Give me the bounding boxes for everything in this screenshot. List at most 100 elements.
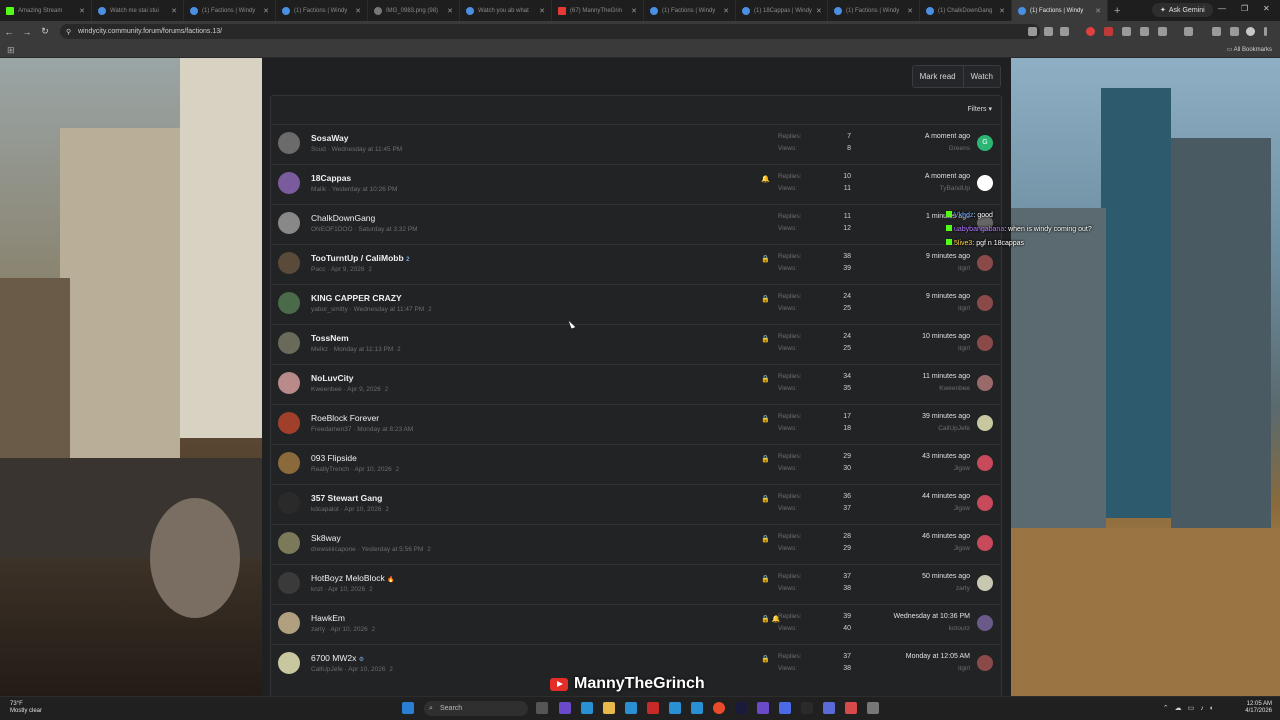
thread-avatar[interactable] — [278, 532, 300, 554]
ask-gemini-button[interactable]: ✦ Ask Gemini — [1152, 3, 1213, 17]
last-post-time[interactable]: 46 minutes ago — [922, 533, 970, 540]
thread-title[interactable]: TossNem — [311, 333, 349, 343]
thread-avatar[interactable] — [278, 212, 300, 234]
thread-date[interactable]: Monday at 8:23 AM — [357, 426, 413, 433]
tab-close-icon[interactable]: ✕ — [723, 7, 729, 15]
last-poster-avatar[interactable] — [977, 295, 993, 311]
thread-author[interactable]: kdcapalot — [311, 506, 339, 513]
filters-button[interactable]: Filters ▾ — [967, 105, 992, 113]
last-post-user[interactable]: CallUpJefe — [938, 425, 970, 432]
thread-author[interactable]: Pacc — [311, 266, 325, 273]
browser-tab[interactable]: (1) Factions | Windy ✕ — [1012, 0, 1108, 21]
edge-icon[interactable] — [625, 702, 637, 714]
last-post-user[interactable]: itgirl — [958, 265, 970, 272]
last-poster-avatar[interactable] — [977, 335, 993, 351]
thread-row[interactable]: Sk8way drewskiicapone · Yesterday at 5:56… — [271, 524, 1001, 564]
thread-avatar[interactable] — [278, 252, 300, 274]
thread-date[interactable]: Monday at 11:13 PM — [334, 346, 394, 353]
last-post-user[interactable]: zarty — [956, 585, 970, 592]
thread-date[interactable]: Apr 10, 2026 — [328, 586, 365, 593]
download-icon[interactable] — [1212, 27, 1221, 36]
browser-tab[interactable]: Amazing Stream ✕ — [0, 0, 92, 21]
browser-tab[interactable]: IMG_0983.png (98) ✕ — [368, 0, 460, 21]
tab-close-icon[interactable]: ✕ — [171, 7, 177, 15]
thread-page-link[interactable]: 2 — [385, 507, 388, 513]
thread-date[interactable]: Saturday at 3:32 PM — [358, 226, 417, 233]
thread-author[interactable]: ONEOF1DOO — [311, 226, 353, 233]
browser-tab[interactable]: (1) Factions | Windy ✕ — [184, 0, 276, 21]
thread-row[interactable]: TossNem Melkz · Monday at 11:13 PM 2 🔒 Repli… — [271, 324, 1001, 364]
thread-row[interactable]: RoeBlock Forever Freedamen37 · Monday at … — [271, 404, 1001, 444]
thread-avatar[interactable] — [278, 612, 300, 634]
thread-page-link[interactable]: 2 — [369, 587, 372, 593]
last-post-user[interactable]: TyBandUp — [940, 185, 970, 192]
thread-row[interactable]: 357 Stewart Gang kdcapalot · Apr 10, 2026… — [271, 484, 1001, 524]
thread-page-link[interactable]: 2 — [372, 627, 375, 633]
task-view-icon[interactable] — [536, 702, 548, 714]
thread-author[interactable]: Malik — [311, 186, 326, 193]
all-bookmarks-button[interactable]: ▭ All Bookmarks — [1227, 46, 1272, 53]
thread-page-link[interactable]: 2 — [385, 387, 388, 393]
thread-date[interactable]: Apr 10, 2026 — [348, 666, 385, 673]
thread-date[interactable]: Apr 10, 2026 — [331, 626, 368, 633]
thread-author[interactable]: ReallyTrench — [311, 466, 349, 473]
thread-date[interactable]: Yesterday at 5:56 PM — [361, 546, 423, 553]
discord-icon[interactable] — [823, 702, 835, 714]
last-post-time[interactable]: 9 minutes ago — [926, 253, 970, 260]
thread-title[interactable]: 18Cappas — [311, 173, 351, 183]
last-poster-avatar[interactable] — [977, 575, 993, 591]
last-post-time[interactable]: Wednesday at 10:36 PM — [893, 613, 970, 620]
thread-date[interactable]: Apr 10, 2026 — [344, 506, 381, 513]
thread-date[interactable]: Wednesday at 11:47 PM — [354, 306, 425, 313]
last-poster-avatar[interactable] — [977, 495, 993, 511]
last-poster-avatar[interactable] — [977, 175, 993, 191]
settings-icon[interactable] — [867, 702, 879, 714]
thread-row[interactable]: HotBoyz MeloBlock 🔥 knzl · Apr 10, 2026 2 🔒… — [271, 564, 1001, 604]
thread-title[interactable]: KING CAPPER CRAZY — [311, 293, 402, 303]
new-tab-icon[interactable]: + — [1108, 5, 1126, 17]
apps-grid-icon[interactable]: ⊞ — [7, 45, 15, 56]
tab-close-icon[interactable]: ✕ — [79, 7, 85, 15]
thread-avatar[interactable] — [278, 172, 300, 194]
zoom-icon[interactable] — [1044, 27, 1053, 36]
thread-author[interactable]: zarty — [311, 626, 325, 633]
app-icon[interactable] — [559, 702, 571, 714]
thread-row[interactable]: KING CAPPER CRAZY yabor_smitty · Wednesda… — [271, 284, 1001, 324]
tab-close-icon[interactable]: ✕ — [631, 7, 637, 15]
app-icon[interactable] — [691, 702, 703, 714]
last-poster-avatar[interactable] — [977, 415, 993, 431]
thread-avatar[interactable] — [278, 132, 300, 154]
browser-tab[interactable]: Watch me stai stui ✕ — [92, 0, 184, 21]
thread-title[interactable]: ChalkDownGang — [311, 213, 375, 223]
thread-author[interactable]: Scud — [311, 146, 326, 153]
app-icon[interactable] — [581, 702, 593, 714]
watch-button[interactable]: Watch — [962, 66, 1000, 87]
thread-title[interactable]: HawkEm — [311, 613, 345, 623]
thread-author[interactable]: drewskiicapone — [311, 546, 356, 553]
browser-tab[interactable]: (1) Factions | Windy ✕ — [828, 0, 920, 21]
tab-close-icon[interactable]: ✕ — [907, 7, 913, 15]
last-post-time[interactable]: 44 minutes ago — [922, 493, 970, 500]
maximize-icon[interactable]: ❐ — [1241, 4, 1248, 13]
thread-title[interactable]: HotBoyz MeloBlock 🔥 — [311, 573, 395, 583]
thread-row[interactable]: 093 Flipside ReallyTrench · Apr 10, 2026 2… — [271, 444, 1001, 484]
thread-avatar[interactable] — [278, 292, 300, 314]
menu-icon[interactable] — [1264, 27, 1267, 36]
thread-author[interactable]: Kweenbee — [311, 386, 342, 393]
back-icon[interactable]: ← — [0, 27, 18, 37]
system-tray[interactable]: ⌃☁▭♪◐ — [1163, 704, 1220, 712]
app-icon[interactable] — [757, 702, 769, 714]
thread-page-link[interactable]: 2 — [396, 467, 399, 473]
browser-tab[interactable]: Watch you ab what ✕ — [460, 0, 552, 21]
thread-row[interactable]: SosaWay Scud · Wednesday at 11:45 PM Repli… — [271, 124, 1001, 164]
last-post-user[interactable]: Jigsw — [954, 505, 970, 512]
browser-tab[interactable]: (67) MannyTheGrin ✕ — [552, 0, 644, 21]
app-icon[interactable] — [779, 702, 791, 714]
last-post-user[interactable]: Kweenbee — [939, 385, 970, 392]
tab-close-icon[interactable]: ✕ — [355, 7, 361, 15]
browser-tab[interactable]: (1) 18Cappas | Windy ✕ — [736, 0, 828, 21]
install-app-icon[interactable] — [1028, 27, 1037, 36]
chrome-icon[interactable] — [713, 702, 725, 714]
thread-page-link[interactable]: 2 — [389, 667, 392, 673]
extension-icon[interactable] — [1104, 27, 1113, 36]
